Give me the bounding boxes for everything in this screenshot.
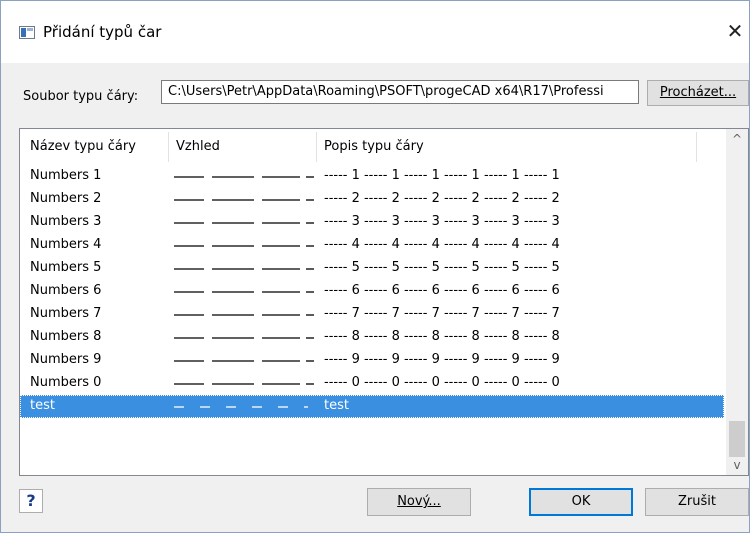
file-path-field[interactable]: C:\Users\Petr\AppData\Roaming\PSOFT\prog… (161, 80, 639, 104)
linetype-name: Numbers 0 (30, 375, 102, 390)
linetype-preview (174, 165, 314, 188)
list-row[interactable]: Numbers 8 ----- 8 ----- 8 ----- 8 ----- 8… (20, 326, 724, 349)
add-linetypes-dialog: Přidání typů čar ✕ Soubor typu čáry: C:\… (0, 0, 750, 533)
list-row[interactable]: Numbers 4 ----- 4 ----- 4 ----- 4 ----- 4… (20, 234, 724, 257)
linetype-preview (174, 257, 314, 280)
linetype-preview (174, 211, 314, 234)
list-row[interactable]: Numbers 2 ----- 2 ----- 2 ----- 2 ----- 2… (20, 188, 724, 211)
linetype-preview (174, 326, 314, 349)
column-separator[interactable] (316, 132, 317, 162)
close-icon[interactable]: ✕ (725, 19, 745, 43)
linetype-name: Numbers 6 (30, 283, 102, 298)
browse-button-label: Procházet... (659, 85, 737, 100)
linetype-description: ----- 8 ----- 8 ----- 8 ----- 8 ----- 8 … (324, 329, 560, 344)
linetype-description: ----- 5 ----- 5 ----- 5 ----- 5 ----- 5 … (324, 260, 560, 275)
list-header: Název typu čáry Vzhled Popis typu čáry (20, 129, 726, 165)
list-row[interactable]: Numbers 9 ----- 9 ----- 9 ----- 9 ----- 9… (20, 349, 724, 372)
list-row[interactable]: Numbers 1 ----- 1 ----- 1 ----- 1 ----- 1… (20, 165, 724, 188)
linetype-description: ----- 2 ----- 2 ----- 2 ----- 2 ----- 2 … (324, 191, 560, 206)
linetype-description: ----- 7 ----- 7 ----- 7 ----- 7 ----- 7 … (324, 306, 560, 321)
linetype-name: Numbers 9 (30, 352, 102, 367)
dialog-title: Přidání typů čar (43, 23, 162, 41)
list-row[interactable]: Numbers 3 ----- 3 ----- 3 ----- 3 ----- 3… (20, 211, 724, 234)
linetype-description: ----- 9 ----- 9 ----- 9 ----- 9 ----- 9 … (324, 352, 560, 367)
linetype-name: Numbers 2 (30, 191, 102, 206)
new-button[interactable]: Nový... (367, 488, 471, 516)
linetype-description: ----- 0 ----- 0 ----- 0 ----- 0 ----- 0 … (324, 375, 560, 390)
new-button-label: Nový... (397, 494, 441, 509)
scroll-up-icon[interactable]: ^ (726, 129, 748, 149)
column-separator[interactable] (168, 132, 169, 162)
column-header-appearance[interactable]: Vzhled (176, 139, 220, 154)
ok-button[interactable]: OK (529, 488, 633, 516)
linetype-name: Numbers 7 (30, 306, 102, 321)
column-header-description[interactable]: Popis typu čáry (324, 139, 424, 154)
focus-rectangle (20, 395, 724, 418)
linetype-name: Numbers 8 (30, 329, 102, 344)
linetype-description: ----- 1 ----- 1 ----- 1 ----- 1 ----- 1 … (324, 168, 560, 183)
linetype-preview (174, 349, 314, 372)
linetype-name: Numbers 3 (30, 214, 102, 229)
vertical-scrollbar[interactable]: ^ v (726, 129, 748, 475)
cancel-button[interactable]: Zrušit (645, 488, 749, 516)
linetype-preview (174, 234, 314, 257)
list-row[interactable]: Numbers 6 ----- 6 ----- 6 ----- 6 ----- 6… (20, 280, 724, 303)
list-row[interactable]: Numbers 7 ----- 7 ----- 7 ----- 7 ----- 7… (20, 303, 724, 326)
linetype-list[interactable]: Název typu čáry Vzhled Popis typu čáry N… (19, 128, 749, 476)
linetype-description: ----- 4 ----- 4 ----- 4 ----- 4 ----- 4 … (324, 237, 560, 252)
linetype-description: ----- 3 ----- 3 ----- 3 ----- 3 ----- 3 … (324, 214, 560, 229)
list-row[interactable]: Numbers 0 ----- 0 ----- 0 ----- 0 ----- 0… (20, 372, 724, 395)
title-bar: Přidání typů čar ✕ (1, 1, 749, 63)
file-label: Soubor typu čáry: (23, 89, 139, 104)
list-row[interactable]: Numbers 5 ----- 5 ----- 5 ----- 5 ----- 5… (20, 257, 724, 280)
linetype-description: ----- 6 ----- 6 ----- 6 ----- 6 ----- 6 … (324, 283, 560, 298)
help-button[interactable]: ? (19, 489, 43, 513)
column-separator[interactable] (696, 132, 697, 162)
linetype-preview (174, 372, 314, 395)
linetype-preview (174, 280, 314, 303)
linetype-preview (174, 188, 314, 211)
linetype-name: Numbers 1 (30, 168, 102, 183)
linetype-preview (174, 303, 314, 326)
linetype-name: Numbers 5 (30, 260, 102, 275)
linetype-name: Numbers 4 (30, 237, 102, 252)
scroll-down-icon[interactable]: v (726, 455, 748, 475)
browse-button[interactable]: Procházet... (647, 80, 749, 106)
scroll-thumb[interactable] (729, 421, 745, 457)
app-icon (19, 26, 35, 39)
column-header-name[interactable]: Název typu čáry (30, 139, 136, 154)
list-row[interactable]: test test (20, 395, 724, 418)
